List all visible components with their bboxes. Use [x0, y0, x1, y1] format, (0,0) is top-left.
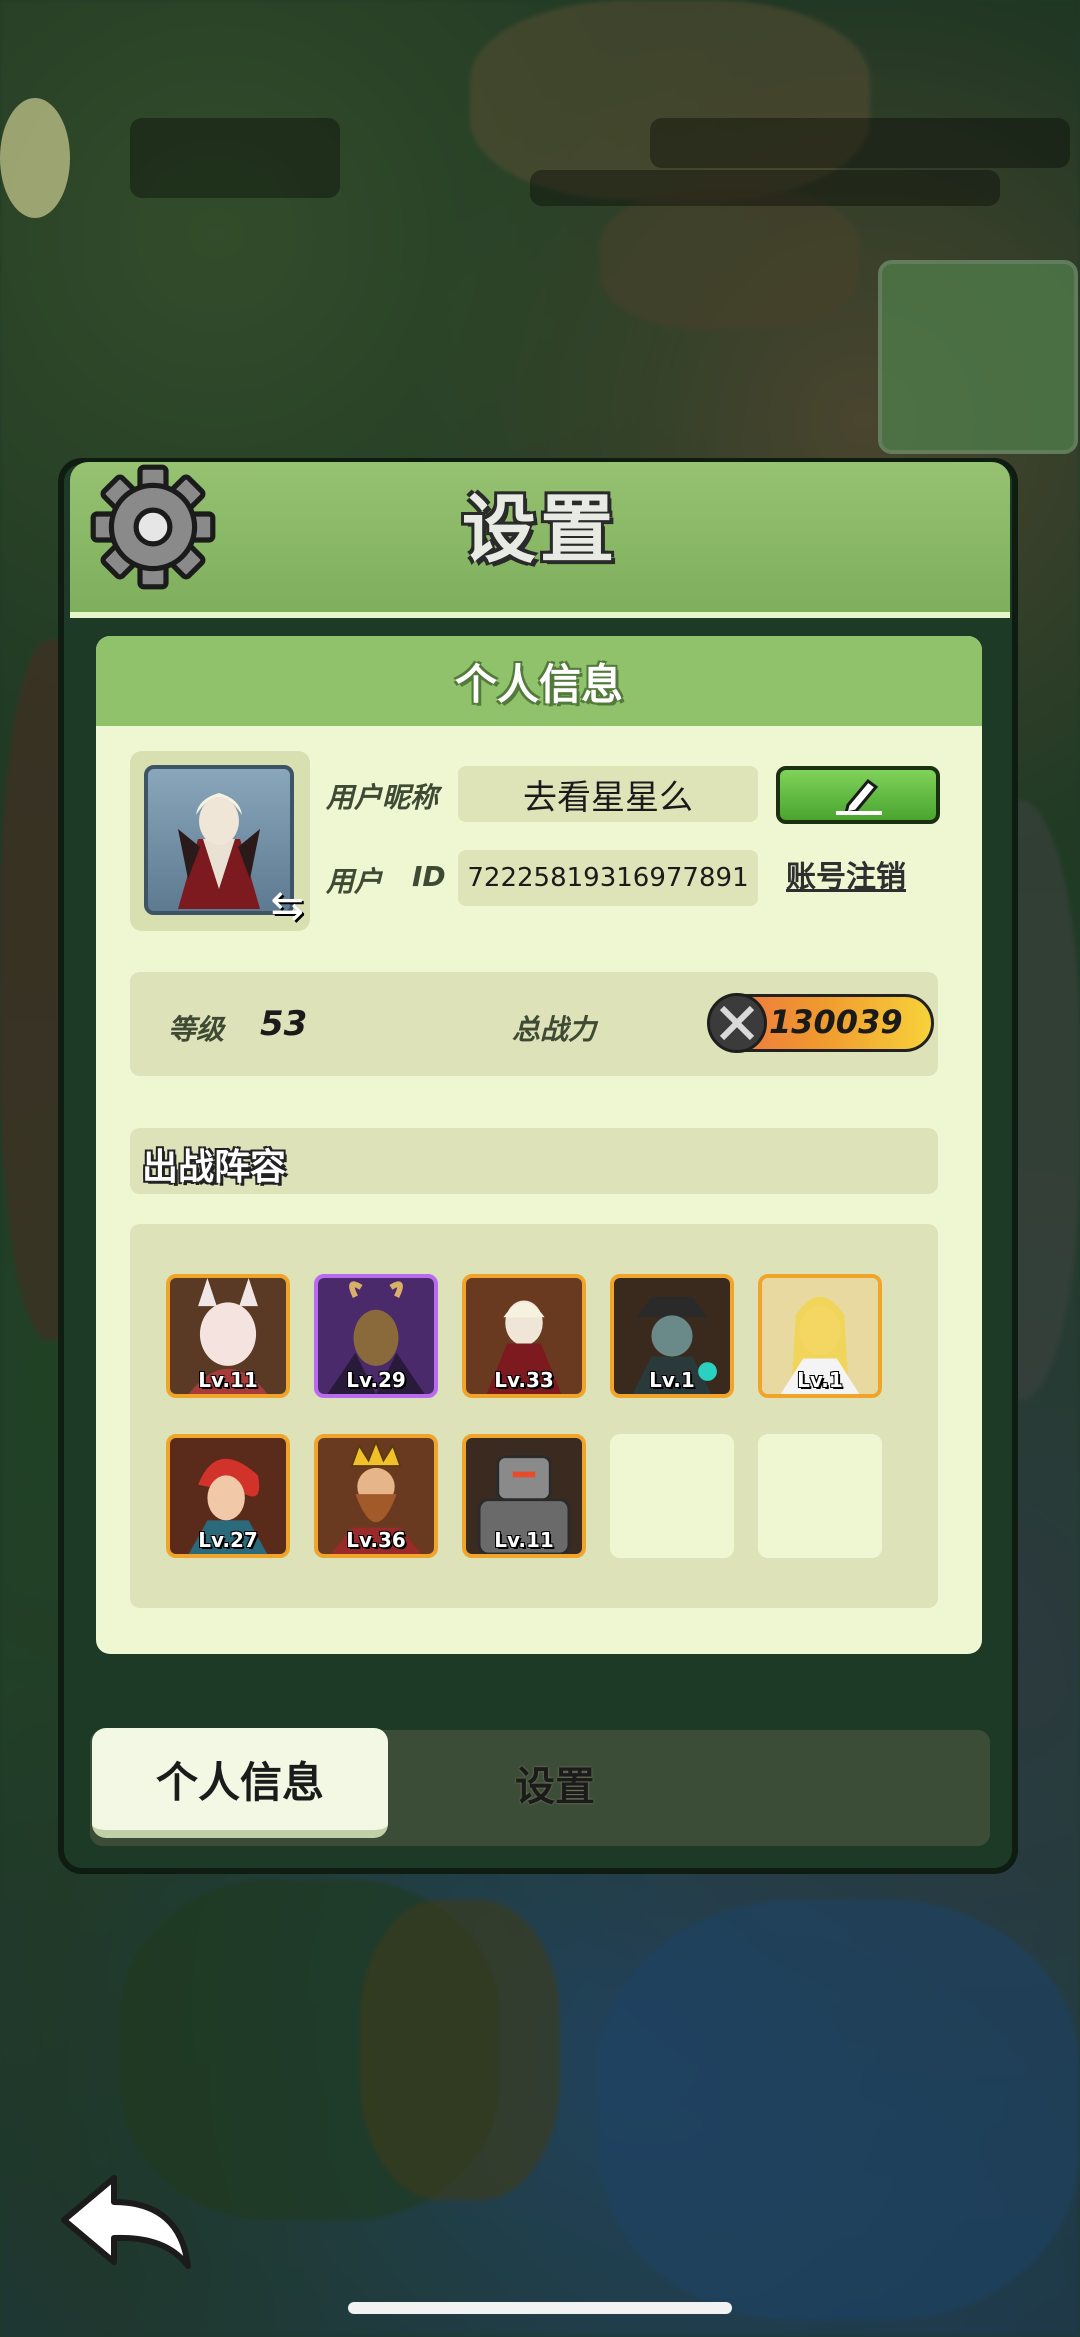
hero-level: Lv.29: [346, 1368, 406, 1392]
hud-buff-bar: [530, 170, 1000, 206]
hero-level: Lv.1: [649, 1368, 695, 1392]
avatar[interactable]: ⇆: [130, 751, 310, 931]
hero-slot-4[interactable]: Lv.1: [610, 1274, 734, 1398]
id-label: 用户: [326, 865, 383, 898]
hero-slot-7[interactable]: Lv.36: [314, 1434, 438, 1558]
tab-settings[interactable]: 设置: [440, 1728, 670, 1838]
pencil-icon: [836, 778, 882, 815]
profile-card-header: 个人信息: [96, 636, 982, 726]
user-id-field: 72225819316977891: [458, 850, 758, 906]
hero-level: Lv.33: [494, 1368, 554, 1392]
nickname-label: 用户昵称: [326, 781, 439, 814]
dialog-title: 设置: [462, 487, 618, 573]
hero-slot-8[interactable]: Lv.11: [462, 1434, 586, 1558]
minimap[interactable]: [878, 260, 1078, 454]
hud-player-bar: [130, 118, 340, 198]
profile-card: 个人信息 ⇆ 用户昵称 去看星星么 用户 ID 7222581931697789…: [96, 636, 982, 1654]
back-arrow-icon[interactable]: [56, 2166, 196, 2276]
hud-avatar[interactable]: [0, 98, 70, 218]
hud-currency-bar: [650, 118, 1070, 168]
hero-level: Lv.36: [346, 1528, 406, 1552]
level-value: 53: [260, 1004, 308, 1044]
empty-hero-slot[interactable]: [758, 1434, 882, 1558]
swap-avatar-icon[interactable]: ⇆: [270, 883, 304, 929]
lineup-header: 出战阵容: [130, 1128, 938, 1194]
lineup-grid: Lv.11 Lv.29 Lv.33 Lv.1 Lv.1 Lv.27 Lv.36: [130, 1224, 938, 1608]
hero-slot-5[interactable]: Lv.1: [758, 1274, 882, 1398]
hero-slot-2[interactable]: Lv.29: [314, 1274, 438, 1398]
home-indicator[interactable]: [348, 2302, 732, 2314]
crossed-swords-icon: [707, 993, 767, 1053]
hero-slot-6[interactable]: Lv.27: [166, 1434, 290, 1558]
hero-level: Lv.11: [494, 1528, 554, 1552]
level-label: 等级: [168, 1013, 225, 1046]
hero-level: Lv.11: [198, 1368, 258, 1392]
delete-account-link[interactable]: 账号注销: [786, 852, 906, 896]
stats-row: 等级 53 总战力 130039: [130, 972, 938, 1076]
hero-slot-3[interactable]: Lv.33: [462, 1274, 586, 1398]
hero-level: Lv.27: [198, 1528, 258, 1552]
hero-slot-1[interactable]: Lv.11: [166, 1274, 290, 1398]
empty-hero-slot[interactable]: [610, 1434, 734, 1558]
power-label: 总战力: [512, 1013, 597, 1046]
id-label-suffix: ID: [412, 860, 446, 893]
tab-personal-info[interactable]: 个人信息: [92, 1728, 388, 1838]
power-value: 130039: [769, 1003, 903, 1041]
power-badge: 130039: [707, 993, 934, 1053]
hero-level: Lv.1: [797, 1368, 843, 1392]
edit-nickname-button[interactable]: [776, 766, 940, 824]
nickname-field: 去看星星么: [458, 766, 758, 822]
lineup-title: 出战阵容: [142, 1147, 287, 1188]
